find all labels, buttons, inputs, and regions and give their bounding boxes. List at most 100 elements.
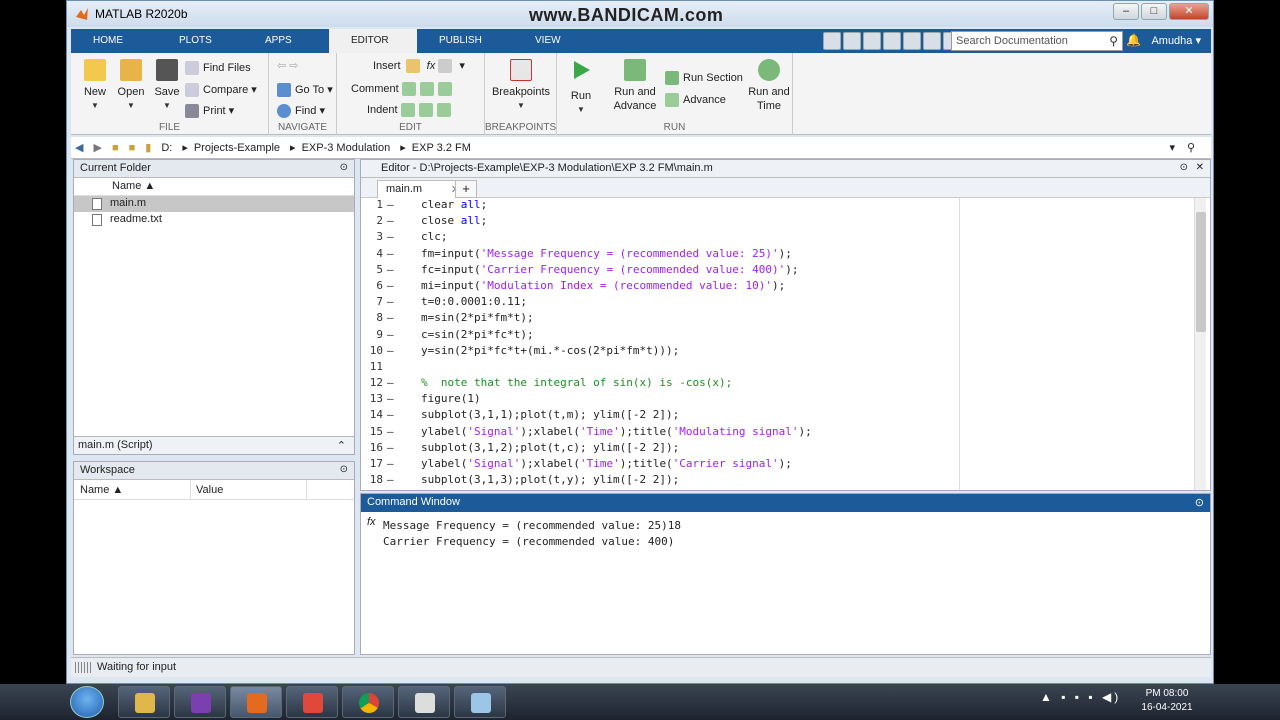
tab-apps[interactable]: APPS [243,29,329,53]
code-area[interactable]: 1– clear all; 2– close all; 3– clc; 4– fm=input… [361,198,1179,490]
back-icon[interactable]: ◀ [75,141,83,154]
run-section-button[interactable]: Run Section [665,71,743,85]
fx-icon[interactable]: fx [427,60,436,72]
browse-folder-icon[interactable]: ■ [129,142,136,154]
fx-prompt-icon[interactable]: fx [367,516,376,528]
taskbar-matlab[interactable] [230,686,282,718]
clock[interactable]: PM 08:00 16-04-2021 [1138,687,1196,715]
cut-quick-icon[interactable] [843,32,861,50]
breakpoint-marker[interactable]: – [387,311,394,324]
run-and-advance-button[interactable]: Run and Advance [607,59,663,113]
new-tab-button[interactable]: + [455,180,477,198]
minimize-button[interactable]: – [1113,3,1139,20]
breakpoint-marker[interactable]: – [387,441,394,454]
taskbar-chrome[interactable] [342,686,394,718]
compare-button[interactable]: Compare ▾ [185,83,257,98]
breakpoint-marker[interactable]: – [387,425,394,438]
copy-quick-icon[interactable] [863,32,881,50]
breakpoint-marker[interactable]: – [387,328,394,341]
taskbar-git[interactable] [286,686,338,718]
maximize-button[interactable]: □ [1141,3,1167,20]
path-fm[interactable]: EXP 3.2 FM [412,142,471,154]
breakpoint-marker[interactable]: – [387,392,394,405]
code-line[interactable]: 3– clc; [361,230,1179,246]
breakpoint-marker[interactable]: – [387,230,394,243]
code-line[interactable]: 8– m=sin(2*pi*fm*t); [361,311,1179,327]
redo-quick-icon[interactable] [923,32,941,50]
panel-options-icon[interactable]: ⊙ [1180,162,1188,173]
insert-function-icon[interactable] [438,59,453,74]
start-button[interactable] [70,686,104,718]
scroll-thumb[interactable] [1196,212,1206,332]
find-button[interactable]: Find ▾ [277,104,325,119]
code-line[interactable]: 9– c=sin(2*pi*fc*t); [361,328,1179,344]
go-to-button[interactable]: Go To ▾ [277,83,333,98]
decrease-indent-icon[interactable] [436,103,451,117]
taskbar-recorder[interactable] [398,686,450,718]
taskbar-app[interactable] [174,686,226,718]
close-editor-icon[interactable]: ✕ [1196,162,1204,173]
code-line[interactable]: 7– t=0:0.0001:0.11; [361,295,1179,311]
find-files-button[interactable]: Find Files [185,61,251,75]
wrap-comment-icon[interactable] [437,82,452,96]
name-column-header[interactable]: Name ▲ [74,178,354,196]
breakpoints-button[interactable]: Breakpoints ▼ [489,59,553,113]
tab-publish[interactable]: PUBLISH [417,29,513,53]
close-window-button[interactable]: ✕ [1169,3,1209,20]
system-tray[interactable]: ▲ ▪ ▪ ▪ ◀) [1040,690,1121,704]
save-quick-icon[interactable] [823,32,841,50]
comment-button[interactable]: Comment [351,82,456,96]
breakpoint-marker[interactable]: – [387,263,394,276]
path-modulation[interactable]: EXP-3 Modulation [302,142,391,154]
path-drive[interactable]: D: [161,142,172,154]
taskbar-explorer[interactable] [118,686,170,718]
breakpoint-marker[interactable]: – [387,457,394,470]
editor-scrollbar[interactable] [1194,198,1206,490]
code-line[interactable]: 2– close all; [361,214,1179,230]
search-icon[interactable]: ⚲ [1109,34,1118,48]
uncomment-icon[interactable] [419,82,434,96]
tab-editor[interactable]: EDITOR [329,29,417,53]
breakpoint-marker[interactable]: – [387,408,394,421]
breakpoint-marker[interactable]: – [387,214,394,227]
breakpoint-marker[interactable]: – [387,473,394,486]
code-line[interactable]: 11 [361,360,1179,376]
indent-button[interactable]: Indent [367,103,455,117]
undo-quick-icon[interactable] [903,32,921,50]
code-line[interactable]: 4– fm=input('Message Frequency = (recomme… [361,247,1179,263]
user-menu[interactable]: Amudha ▾ [1151,34,1201,47]
breakpoint-marker[interactable]: – [387,376,394,389]
run-button[interactable]: Run ▼ [561,59,601,117]
code-line[interactable]: 15– ylabel('Signal');xlabel('Time');title… [361,425,1179,441]
code-line[interactable]: 16– subplot(3,1,2);plot(t,c); ylim([-2 2]… [361,441,1179,457]
tab-plots[interactable]: PLOTS [157,29,243,53]
code-line[interactable]: 5– fc=input('Carrier Frequency = (recomme… [361,263,1179,279]
save-button[interactable]: Save ▼ [147,59,187,113]
collapse-icon[interactable]: ⌃ [337,439,346,452]
back-forward-nav[interactable]: ⇦ ⇨ [277,59,299,72]
increase-indent-icon[interactable] [418,103,433,117]
command-output[interactable]: Message Frequency = (recommended value: … [361,512,1210,550]
taskbar-notes[interactable] [454,686,506,718]
panel-options-icon[interactable]: ⊙ [340,162,348,173]
code-line[interactable]: 17– ylabel('Signal');xlabel('Time');title… [361,457,1179,473]
file-item-main[interactable]: main.m [74,196,354,212]
code-line[interactable]: 14– subplot(3,1,1);plot(t,m); ylim([-2 2]… [361,408,1179,424]
panel-options-icon[interactable]: ⊙ [1195,496,1204,509]
code-line[interactable]: 12– % note that the integral of sin(x) is… [361,376,1179,392]
run-and-time-button[interactable]: Run and Time [747,59,791,113]
code-line[interactable]: 1– clear all; [361,198,1179,214]
forward-icon[interactable]: ▶ [93,141,101,154]
code-line[interactable]: 13– figure(1) [361,392,1179,408]
path-dropdown-icon[interactable]: ▾ [1169,141,1175,154]
search-documentation-input[interactable]: Search Documentation ⚲ [951,31,1123,51]
insert-button[interactable]: Insert fx ▾ [373,59,465,74]
details-bar[interactable]: main.m (Script) ⌃ [74,436,354,454]
workspace-name-header[interactable]: Name ▲ [80,484,123,496]
tab-view[interactable]: VIEW [513,29,593,53]
workspace-value-header[interactable]: Value [196,484,223,496]
code-line[interactable]: 6– mi=input('Modulation Index = (recommen… [361,279,1179,295]
search-folder-icon[interactable]: ⚲ [1187,141,1195,154]
tab-home[interactable]: HOME [71,29,157,53]
breakpoint-marker[interactable]: – [387,247,394,260]
